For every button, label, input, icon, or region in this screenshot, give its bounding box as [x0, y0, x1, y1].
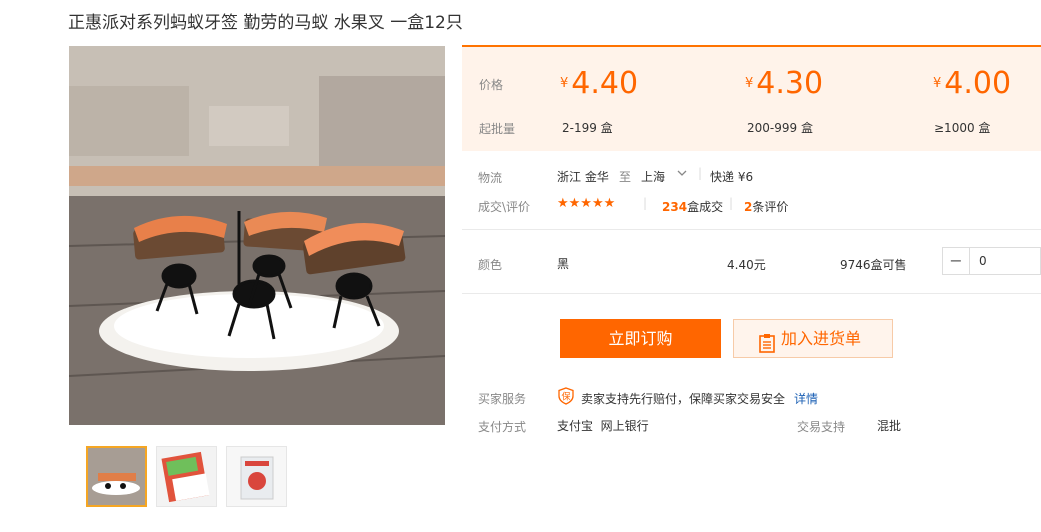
chevron-down-icon[interactable] — [677, 166, 687, 183]
buy-now-button[interactable]: 立即订购 — [560, 319, 721, 358]
divider — [462, 229, 1041, 230]
add-to-cart-label: 加入进货单 — [781, 329, 862, 348]
divider — [462, 293, 1041, 294]
price-panel: 价格 起批量 ¥4.40 ¥4.30 ¥4.00 2-199 盒 200-999… — [462, 45, 1041, 151]
payment-label: 支付方式 — [478, 420, 527, 434]
service-label: 买家服务 — [478, 392, 527, 406]
thumbnail-2[interactable] — [156, 446, 217, 507]
product-main-image[interactable] — [69, 46, 445, 425]
batch-tier-2: 200-999 盒 — [747, 121, 813, 135]
logistics-destination[interactable]: 上海 — [641, 168, 665, 185]
color-label: 颜色 — [478, 258, 503, 272]
separator: | — [643, 196, 648, 210]
separator: | — [729, 196, 734, 210]
service-details-link[interactable]: 详情 — [794, 390, 818, 407]
price-label: 价格 — [479, 78, 504, 92]
price-tier-2: ¥4.30 — [745, 66, 824, 101]
variant-price: 4.40元 — [727, 258, 766, 272]
payment-methods: 支付宝 网上银行 — [557, 419, 649, 433]
variant-stock: 9746盒可售 — [840, 258, 907, 272]
ant-toothpick-photo — [69, 46, 445, 425]
batch-label: 起批量 — [479, 122, 516, 136]
thumbnail-3[interactable] — [226, 446, 287, 507]
rating-stars: ★★★★★ — [557, 196, 616, 211]
logistics-to-word: 至 — [619, 170, 632, 184]
thumbnail-1[interactable] — [86, 446, 147, 507]
sold-count[interactable]: 234盒成交 — [662, 198, 723, 215]
logistics-label: 物流 — [478, 171, 503, 185]
logistics-origin: 浙江 金华 — [557, 170, 609, 184]
batch-tier-3: ≥1000 盒 — [934, 121, 991, 135]
svg-text:保: 保 — [561, 391, 570, 403]
minus-button[interactable]: − — [943, 248, 970, 274]
product-title: 正惠派对系列蚂蚁牙签 勤劳的马蚁 水果叉 一盒12只 — [68, 13, 463, 33]
trade-support-value: 混批 — [877, 419, 902, 433]
trade-support-label: 交易支持 — [797, 420, 846, 434]
clipboard-icon — [759, 329, 775, 366]
thumbnail-box-image — [227, 447, 286, 506]
deals-label: 成交\评价 — [478, 200, 531, 214]
review-count[interactable]: 2条评价 — [744, 198, 788, 215]
quantity-stepper[interactable]: − 0 — [942, 247, 1041, 275]
thumbnail-ant-plate-image — [88, 448, 145, 505]
variant-color: 黑 — [557, 257, 570, 271]
thumbnail-package-image — [157, 447, 216, 506]
add-to-cart-button[interactable]: 加入进货单 — [733, 319, 893, 358]
logistics-express: 快递 ¥6 — [710, 170, 754, 184]
quantity-input[interactable]: 0 — [979, 254, 987, 268]
price-tier-3: ¥4.00 — [933, 66, 1012, 101]
shield-icon: 保 — [557, 387, 575, 408]
price-tier-1: ¥4.40 — [560, 66, 639, 101]
separator: | — [698, 166, 703, 180]
batch-tier-1: 2-199 盒 — [562, 121, 613, 135]
service-text: 卖家支持先行赔付，保障买家交易安全 — [581, 392, 786, 406]
